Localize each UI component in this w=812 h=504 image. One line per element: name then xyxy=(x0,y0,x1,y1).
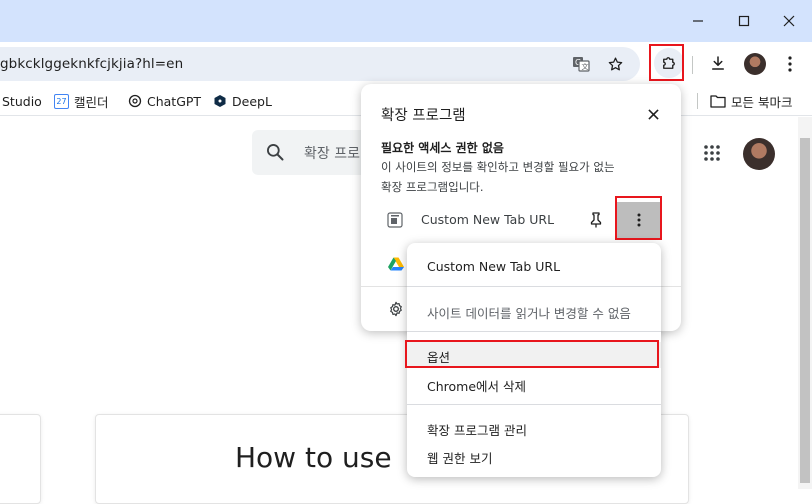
more-button-highlight-box xyxy=(615,196,662,240)
chrome-menu-button[interactable] xyxy=(779,51,801,77)
section-description-line2: 확장 프로그램입니다. xyxy=(381,180,484,194)
kebab-menu-icon xyxy=(788,56,792,72)
menu-item-permission-status: 사이트 데이터를 읽거나 변경할 수 없음 xyxy=(427,306,631,321)
all-bookmarks-label: 모든 북마크 xyxy=(731,94,793,110)
bookmark-label: ChatGPT xyxy=(147,93,202,109)
close-window-button[interactable] xyxy=(774,7,804,35)
scrollbar-thumb[interactable] xyxy=(800,138,810,483)
toolbar-divider xyxy=(692,56,693,74)
left-card xyxy=(0,414,41,504)
bookmark-star-button[interactable] xyxy=(604,53,626,75)
bookmark-label: Studio xyxy=(2,93,42,109)
browser-toolbar: gbkcklggeknkfcjkjia?hl=en G 文 xyxy=(0,42,812,86)
menu-item-remove-from-chrome[interactable]: Chrome에서 삭제 xyxy=(427,376,526,395)
bookmark-deepl[interactable]: DeepL xyxy=(213,92,272,110)
calendar-icon: 27 xyxy=(54,93,69,109)
panel-close-button[interactable] xyxy=(643,104,663,124)
folder-icon xyxy=(710,95,726,108)
apps-grid-button[interactable] xyxy=(700,141,724,165)
translate-button[interactable]: G 文 xyxy=(570,53,592,75)
maximize-button[interactable] xyxy=(729,7,759,35)
title-bar xyxy=(0,0,812,42)
apps-grid-icon xyxy=(704,145,720,161)
pin-button[interactable] xyxy=(585,209,607,231)
translate-icon: G 文 xyxy=(573,57,590,72)
url-text[interactable]: gbkcklggeknkfcjkjia?hl=en xyxy=(0,56,183,72)
page-profile-avatar[interactable] xyxy=(743,138,775,170)
menu-separator xyxy=(407,404,661,405)
menu-item-manage-extensions[interactable]: 확장 프로그램 관리 xyxy=(427,420,527,439)
profile-avatar-button[interactable] xyxy=(744,53,766,75)
star-icon xyxy=(608,56,622,70)
bookmark-studio[interactable]: Studio xyxy=(2,92,42,110)
pin-icon xyxy=(590,212,602,228)
svg-text:文: 文 xyxy=(582,62,589,71)
section-title: 필요한 액세스 권한 없음 xyxy=(381,141,504,155)
bookmark-label: DeepL xyxy=(232,93,272,109)
panel-title: 확장 프로그램 xyxy=(381,108,466,124)
bookmark-calendar[interactable]: 27 캘린더 xyxy=(54,92,109,110)
menu-separator xyxy=(407,331,661,332)
menu-separator xyxy=(407,286,661,287)
download-icon xyxy=(712,56,724,70)
maximize-icon xyxy=(738,15,750,27)
google-drive-icon xyxy=(388,257,404,271)
menu-item-view-web-permissions[interactable]: 웹 권한 보기 xyxy=(427,448,492,467)
search-icon xyxy=(267,144,284,161)
bookmarks-divider xyxy=(697,93,698,109)
gear-icon[interactable] xyxy=(388,301,404,317)
page-search-placeholder: 확장 프로 xyxy=(304,146,360,162)
card-heading: How to use xyxy=(235,441,392,474)
deepl-icon xyxy=(214,95,226,107)
extension-icon xyxy=(387,212,403,228)
close-icon xyxy=(783,15,795,27)
options-highlight-box xyxy=(405,340,659,368)
all-bookmarks-button[interactable]: 모든 북마크 xyxy=(710,92,792,110)
calendar-badge: 27 xyxy=(56,96,67,106)
extension-name: Custom New Tab URL xyxy=(421,212,555,227)
close-icon xyxy=(647,108,659,120)
bookmark-chatgpt[interactable]: ChatGPT xyxy=(128,92,201,110)
extensions-highlight-box xyxy=(649,44,684,81)
chatgpt-icon xyxy=(128,94,142,108)
address-bar[interactable]: gbkcklggeknkfcjkjia?hl=en G 文 xyxy=(0,47,640,81)
bookmark-label: 캘린더 xyxy=(74,94,109,110)
minimize-icon xyxy=(693,20,703,22)
menu-item-extension-name[interactable]: Custom New Tab URL xyxy=(427,259,560,274)
downloads-button[interactable] xyxy=(705,50,731,76)
section-description-line1: 이 사이트의 정보를 확인하고 변경할 필요가 없는 xyxy=(381,160,615,174)
minimize-button[interactable] xyxy=(683,7,713,35)
